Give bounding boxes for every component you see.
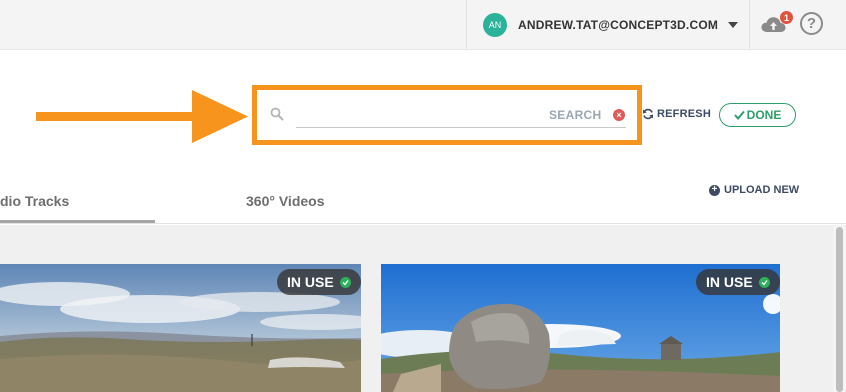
notification-badge: 1 [780,11,793,24]
refresh-label: REFRESH [657,108,711,120]
top-bar: AN ANDREW.TAT@CONCEPT3D.COM 1 ? [0,0,846,50]
refresh-button[interactable]: REFRESH [642,108,711,120]
scrollbar[interactable] [833,225,846,392]
upload-new-label: UPLOAD NEW [724,184,800,196]
status-badge: IN USE [277,269,361,295]
search-icon [270,107,284,121]
done-label: DONE [746,108,782,122]
search-button[interactable]: SEARCH [549,108,601,122]
annotation-arrow [36,90,248,143]
status-badge-label: IN USE [706,274,753,290]
caret-down-icon [728,22,739,28]
account-menu[interactable]: AN ANDREW.TAT@CONCEPT3D.COM [466,0,750,50]
scrollbar-thumb[interactable] [836,227,843,392]
plus-circle-icon: + [709,184,720,196]
upload-new-button[interactable]: + UPLOAD NEW [709,184,799,196]
clear-search-button[interactable]: × [613,109,625,121]
close-icon: × [616,109,622,120]
tab-audio-tracks[interactable]: dio Tracks [0,193,69,209]
account-email: ANDREW.TAT@CONCEPT3D.COM [518,18,719,32]
refresh-icon [643,108,653,120]
help-icon: ? [806,15,817,32]
upload-queue-button[interactable]: 1 [760,11,793,39]
done-button[interactable]: DONE [719,103,796,127]
media-card[interactable]: IN USE [381,264,780,392]
active-tab-indicator [0,220,155,223]
avatar: AN [483,13,507,37]
check-icon [733,110,745,120]
check-circle-icon [339,276,351,288]
status-badge: IN USE [696,269,780,295]
check-circle-icon [758,276,770,288]
status-badge-label: IN USE [287,274,334,290]
help-button[interactable]: ? [800,12,823,35]
tab-360-videos[interactable]: 360° Videos [246,193,325,209]
media-card[interactable]: IN USE [0,264,361,392]
media-tabs: dio Tracks 360° Videos + UPLOAD NEW [0,160,846,224]
media-manager-page: AN ANDREW.TAT@CONCEPT3D.COM 1 ? SEARCH × [0,0,846,392]
